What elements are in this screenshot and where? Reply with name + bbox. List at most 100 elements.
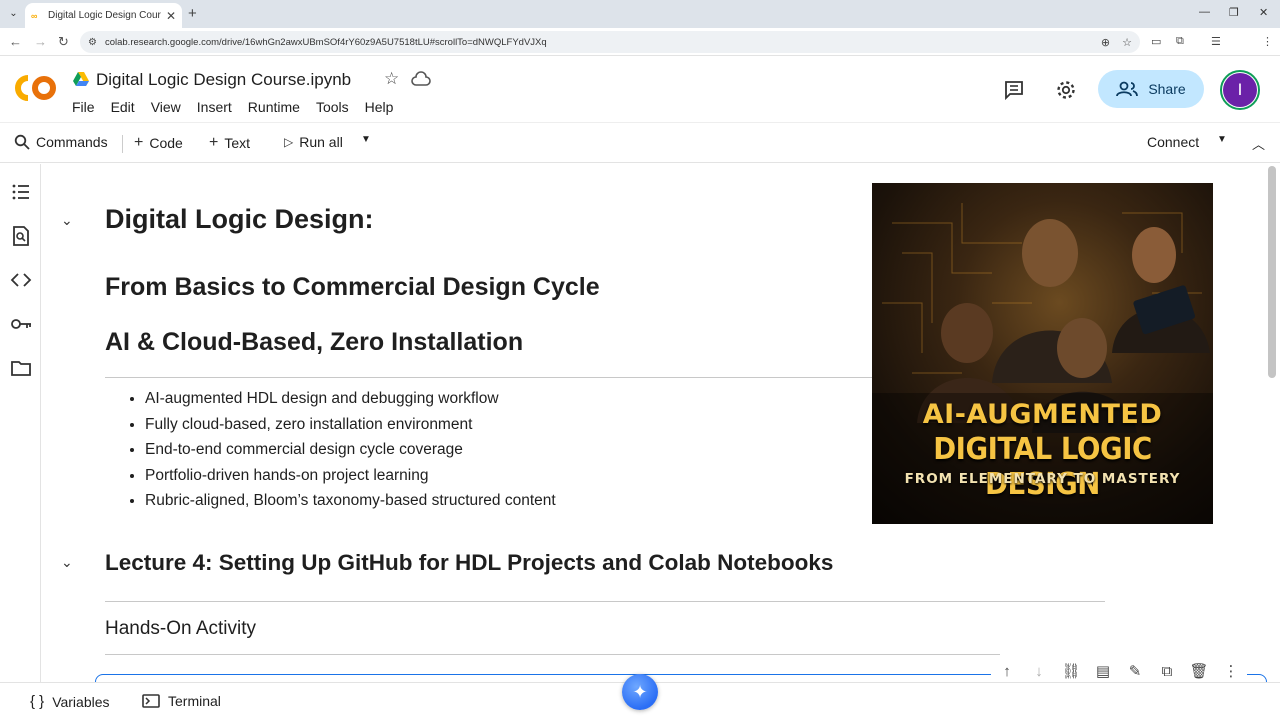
variables-button[interactable]: { } Variables (30, 693, 110, 710)
cloud-saved-icon[interactable] (411, 71, 431, 87)
mirror-cell-icon[interactable]: ⧉ (1158, 662, 1176, 680)
notebook-title[interactable]: Digital Logic Design Course.ipynb (96, 70, 351, 90)
divider (105, 601, 1105, 602)
run-all-button[interactable]: ▷ Run all (284, 134, 343, 150)
site-info-icon[interactable]: ⚙ (88, 37, 97, 48)
cast-icon[interactable]: ▭ (1151, 35, 1161, 48)
back-icon[interactable]: ← (9, 34, 22, 49)
divider (105, 654, 1000, 655)
colab-header: Digital Logic Design Course.ipynb ☆ File… (0, 57, 1280, 122)
cover-subtitle: FROM ELEMENTARY TO MASTERY (904, 471, 1181, 487)
notebook-content: ⌄ Digital Logic Design: From Basics to C… (41, 164, 1280, 682)
collapse-section-chevron-icon[interactable]: ⌄ (61, 212, 73, 229)
menu-tools[interactable]: Tools (316, 99, 357, 115)
menu-insert[interactable]: Insert (197, 99, 240, 115)
collapse-header-icon[interactable]: ︿ (1252, 134, 1265, 153)
browser-tab-strip: ⌄ ∞ Digital Logic Design Course.ipynb ✕ … (0, 0, 1280, 28)
edit-pencil-icon[interactable]: ✎ (1126, 662, 1144, 680)
tab-title: Digital Logic Design Course.ipynb (48, 10, 161, 21)
reading-list-icon[interactable]: ☰ (1211, 35, 1221, 48)
subheading-basics: From Basics to Commercial Design Cycle (105, 273, 600, 301)
gemini-sparkle-icon[interactable]: ✦ (622, 674, 658, 710)
cover-title-line2: DIGITAL LOGIC DESIGN (933, 432, 1152, 502)
url-field[interactable]: ⚙ colab.research.google.com/drive/16whGn… (80, 31, 1140, 53)
close-tab-icon[interactable]: ✕ (166, 9, 176, 23)
settings-gear-icon[interactable] (1055, 79, 1077, 101)
add-text-button[interactable]: + Text (209, 134, 250, 152)
cover-title-line1: AI-AUGMENTED (922, 399, 1163, 430)
extensions-icon[interactable]: ⧉ (1176, 35, 1184, 48)
close-window-icon[interactable]: ✕ (1259, 6, 1268, 19)
people-icon (1116, 81, 1139, 97)
move-cell-down-icon[interactable]: ↓ (1030, 662, 1048, 680)
menu-view[interactable]: View (151, 99, 189, 115)
list-item: AI-augmented HDL design and debugging wo… (145, 388, 556, 414)
connect-dropdown-icon[interactable]: ▼ (1217, 134, 1227, 145)
move-cell-up-icon[interactable]: ↑ (998, 662, 1016, 680)
code-label: Code (149, 135, 183, 151)
terminal-button[interactable]: Terminal (142, 693, 221, 709)
menu-bar: File Edit View Insert Runtime Tools Help (72, 99, 409, 115)
table-of-contents-icon[interactable] (10, 181, 32, 203)
share-button[interactable]: Share (1098, 70, 1204, 108)
menu-edit[interactable]: Edit (111, 99, 143, 115)
menu-file[interactable]: File (72, 99, 103, 115)
run-all-dropdown-icon[interactable]: ▼ (361, 134, 371, 145)
list-item: Portfolio-driven hands-on project learni… (145, 465, 556, 491)
secrets-key-icon[interactable] (10, 313, 32, 335)
add-code-button[interactable]: + Code (134, 134, 183, 152)
plus-icon: + (209, 134, 219, 151)
list-item: Rubric-aligned, Bloom’s taxonomy-based s… (145, 490, 556, 516)
notebook-heading: Digital Logic Design: (105, 204, 374, 234)
search-icon (14, 134, 30, 150)
delete-icon[interactable]: 🗑 (1189, 662, 1208, 680)
feature-list: AI-augmented HDL design and debugging wo… (131, 388, 556, 516)
hands-on-heading: Hands-On Activity (105, 618, 256, 639)
terminal-icon (142, 694, 160, 708)
minimize-icon[interactable]: — (1199, 6, 1210, 18)
subheading-cloud: AI & Cloud-Based, Zero Installation (105, 328, 524, 356)
account-avatar[interactable]: I (1220, 70, 1260, 110)
tab-search-icon[interactable]: ⌄ (5, 5, 22, 22)
list-item: Fully cloud-based, zero installation env… (145, 414, 556, 440)
more-options-icon[interactable]: ⋮ (1222, 662, 1240, 680)
star-icon[interactable]: ☆ (384, 69, 399, 89)
colab-logo-icon[interactable] (14, 74, 58, 102)
colab-favicon-icon: ∞ (31, 10, 38, 21)
menu-runtime[interactable]: Runtime (248, 99, 308, 115)
forward-icon[interactable]: → (34, 34, 47, 49)
variables-label: Variables (52, 693, 110, 710)
run-all-label: Run all (299, 134, 343, 150)
left-sidebar (0, 164, 41, 682)
share-label: Share (1148, 81, 1186, 97)
comments-icon[interactable] (1003, 79, 1025, 101)
browser-menu-icon[interactable]: ⋮ (1262, 35, 1273, 48)
browser-tab[interactable]: ∞ Digital Logic Design Course.ipynb ✕ (25, 3, 182, 28)
link-icon[interactable]: ⛓ (1061, 662, 1080, 680)
restore-icon[interactable]: ❐ (1229, 6, 1239, 19)
play-icon: ▷ (284, 135, 294, 149)
plus-icon: + (134, 134, 144, 151)
menu-help[interactable]: Help (365, 99, 402, 115)
commands-button[interactable]: Commands (14, 134, 108, 150)
reload-icon[interactable]: ↻ (58, 34, 69, 50)
braces-icon: { } (30, 693, 45, 710)
vertical-scrollbar[interactable] (1268, 166, 1276, 378)
comment-icon[interactable]: ▤ (1094, 662, 1112, 680)
url-text: colab.research.google.com/drive/16whGn2a… (104, 36, 547, 48)
divider (105, 377, 872, 378)
text-label: Text (224, 135, 251, 151)
find-replace-icon[interactable] (10, 225, 32, 247)
new-tab-icon[interactable]: + (188, 5, 197, 22)
toolbar-divider (122, 135, 123, 153)
lecture-heading: Lecture 4: Setting Up GitHub for HDL Pro… (105, 550, 834, 575)
files-folder-icon[interactable] (10, 357, 32, 379)
zoom-icon[interactable]: ⊕ (1101, 36, 1110, 49)
connect-button[interactable]: Connect (1147, 134, 1199, 150)
collapse-lecture-chevron-icon[interactable]: ⌄ (61, 554, 73, 571)
connect-label: Connect (1147, 134, 1200, 150)
code-snippets-icon[interactable] (10, 269, 32, 291)
list-item: End-to-end commercial design cycle cover… (145, 439, 556, 465)
bookmark-star-icon[interactable]: ☆ (1122, 36, 1132, 49)
google-drive-icon (73, 72, 89, 86)
